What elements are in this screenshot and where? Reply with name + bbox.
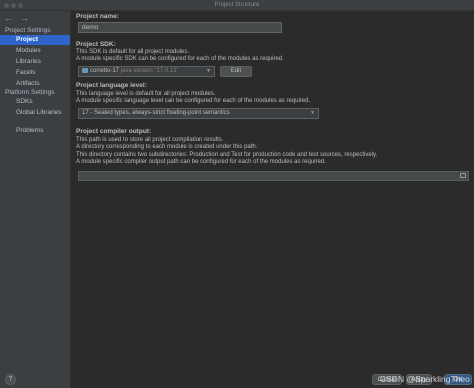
watermark: CSDN @SparklingTheo xyxy=(380,374,470,384)
chevron-down-icon: ▼ xyxy=(310,110,315,116)
compiler-output-label: Project compiler output: xyxy=(76,128,152,135)
language-level-select[interactable]: 17 - Sealed types, always-strict floatin… xyxy=(78,108,319,119)
sidebar-item-modules[interactable]: Modules xyxy=(0,46,70,56)
title-bar: Project Structure xyxy=(0,0,474,11)
folder-icon[interactable] xyxy=(460,173,466,178)
sidebar-item-facets[interactable]: Facets xyxy=(0,68,70,78)
sdk-description-2: A module specific SDK can be configured … xyxy=(76,56,284,62)
forward-arrow-icon[interactable]: → xyxy=(20,13,29,23)
sdk-name: corretto-17 xyxy=(90,68,120,74)
window-title: Project Structure xyxy=(214,2,260,8)
help-button[interactable]: ? xyxy=(5,374,16,385)
chevron-down-icon: ▼ xyxy=(206,68,211,74)
language-level-value: 17 - Sealed types, always-strict floatin… xyxy=(82,110,230,116)
project-sdk-label: Project SDK: xyxy=(76,41,116,48)
sidebar-item-artifacts[interactable]: Artifacts xyxy=(0,79,70,89)
sidebar-item-project[interactable]: Project xyxy=(0,35,70,45)
sidebar: ← → Project Settings Project Modules Libr… xyxy=(0,11,71,388)
compiler-output-description-2: A directory corresponding to each module… xyxy=(76,144,258,150)
project-name-label: Project name: xyxy=(76,13,119,20)
section-platform-settings: Platform Settings xyxy=(5,89,55,96)
compiler-output-path-input[interactable] xyxy=(78,171,469,181)
section-project-settings: Project Settings xyxy=(5,27,51,34)
back-arrow-icon[interactable]: ← xyxy=(4,13,13,23)
edit-sdk-button[interactable]: Edit xyxy=(220,66,252,77)
language-level-description-2: A module specific language level can be … xyxy=(76,98,311,104)
sidebar-item-global-libraries[interactable]: Global Libraries xyxy=(0,108,70,118)
sidebar-item-libraries[interactable]: Libraries xyxy=(0,57,70,67)
sdk-version: java version "17.0.13" xyxy=(120,68,179,74)
nav-arrows: ← → xyxy=(4,13,36,23)
main-panel: Project name: demo Project SDK: This SDK… xyxy=(72,11,474,388)
compiler-output-description-4: A module specific compiler output path c… xyxy=(76,159,326,165)
sdk-select[interactable]: corretto-17 java version "17.0.13" ▼ xyxy=(78,66,215,77)
language-level-label: Project language level: xyxy=(76,82,147,89)
sidebar-item-sdks[interactable]: SDKs xyxy=(0,97,70,107)
sidebar-item-problems[interactable]: Problems xyxy=(0,126,70,136)
sdk-icon xyxy=(82,68,88,73)
project-name-input[interactable]: demo xyxy=(78,22,282,33)
